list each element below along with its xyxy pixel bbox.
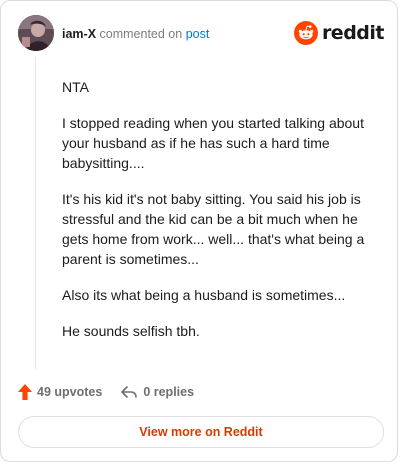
comment-paragraph: It's his kid it's not baby sitting. You … bbox=[62, 191, 365, 267]
comment-paragraph: He sounds selfish tbh. bbox=[62, 323, 200, 339]
post-link[interactable]: post bbox=[186, 27, 210, 41]
comment-body: NTA I stopped reading when you started t… bbox=[62, 77, 382, 357]
reply-button[interactable]: 0 replies bbox=[120, 385, 194, 399]
avatar[interactable] bbox=[18, 15, 54, 51]
upvote-count: 49 upvotes bbox=[37, 385, 103, 399]
comment-paragraph: I stopped reading when you started talki… bbox=[62, 115, 364, 171]
avatar-image bbox=[18, 15, 54, 51]
comment-paragraph: Also its what being a husband is sometim… bbox=[62, 287, 346, 303]
comment-actions: 49 upvotes 0 replies bbox=[18, 382, 194, 402]
thread-line bbox=[35, 57, 36, 369]
reply-arrow-icon bbox=[121, 386, 138, 398]
comment-header: iam-X commented on post reddit bbox=[18, 15, 385, 53]
comment-embed-card: iam-X commented on post reddit NTA I sto… bbox=[0, 0, 398, 462]
reddit-logo[interactable]: reddit bbox=[293, 20, 385, 46]
byline: iam-X commented on post bbox=[62, 26, 209, 42]
reply-count: 0 replies bbox=[143, 385, 195, 399]
reddit-snoo-icon bbox=[293, 21, 318, 45]
byline-verb: commented on bbox=[99, 27, 183, 41]
upvote-button[interactable]: 49 upvotes bbox=[18, 384, 102, 400]
username[interactable]: iam-X bbox=[62, 27, 96, 41]
reddit-wordmark: reddit bbox=[321, 22, 385, 44]
view-more-button[interactable]: View more on Reddit bbox=[18, 416, 384, 448]
comment-paragraph: NTA bbox=[62, 79, 89, 95]
arrow-up-icon bbox=[18, 384, 32, 400]
